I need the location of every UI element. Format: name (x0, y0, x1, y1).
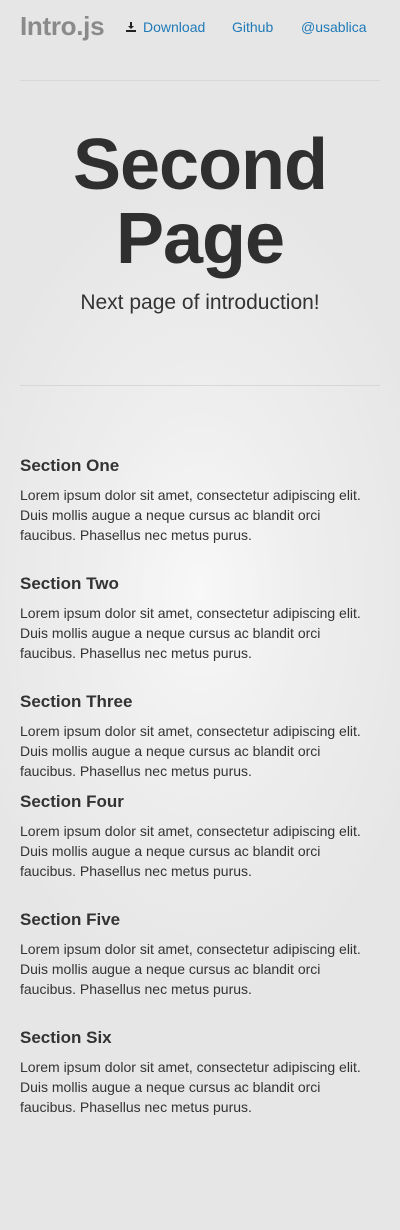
section-title: Section Five (20, 910, 121, 929)
section-body: Lorem ipsum dolor sit amet, consectetur … (20, 487, 361, 543)
section-body: Lorem ipsum dolor sit amet, consectetur … (20, 823, 361, 879)
section-title: Section Six (20, 1028, 112, 1047)
section-two: Section Two Lorem ipsum dolor sit amet, … (20, 573, 380, 663)
header-divider (20, 80, 380, 81)
section-five: Section Five Lorem ipsum dolor sit amet,… (20, 909, 380, 999)
page-subtitle: Next page of introduction! (80, 291, 320, 314)
section-three: Section Three Lorem ipsum dolor sit amet… (20, 691, 380, 781)
page-title-line-1: Second (72, 125, 328, 205)
section-one: Section One Lorem ipsum dolor sit amet, … (20, 455, 380, 545)
download-label: Download (143, 19, 206, 35)
twitter-link[interactable]: @usablica (301, 18, 367, 36)
section-title: Section Two (20, 574, 119, 593)
section-body: Lorem ipsum dolor sit amet, consectetur … (20, 723, 361, 779)
section-title: Section One (20, 456, 120, 475)
hero: Second Page Next page of introduction! (0, 128, 400, 318)
section-title: Section Three (20, 692, 133, 711)
download-link[interactable]: Download (125, 18, 205, 36)
page-title-line-2: Page (115, 199, 285, 279)
hero-divider (20, 385, 380, 386)
brand-logo[interactable]: Intro.js (20, 11, 105, 42)
github-link[interactable]: Github (232, 18, 273, 36)
page-title: Second Page (0, 128, 400, 276)
section-body: Lorem ipsum dolor sit amet, consectetur … (20, 1059, 361, 1115)
section-six: Section Six Lorem ipsum dolor sit amet, … (20, 1027, 380, 1117)
section-title: Section Four (20, 792, 124, 811)
section-four: Section Four Lorem ipsum dolor sit amet,… (20, 791, 380, 881)
intro-page: Intro.js Download Github @usablica Secon… (0, 0, 400, 1230)
section-body: Lorem ipsum dolor sit amet, consectetur … (20, 941, 361, 997)
download-icon (125, 21, 137, 33)
site-header: Intro.js Download Github @usablica (0, 0, 400, 56)
section-body: Lorem ipsum dolor sit amet, consectetur … (20, 605, 361, 661)
